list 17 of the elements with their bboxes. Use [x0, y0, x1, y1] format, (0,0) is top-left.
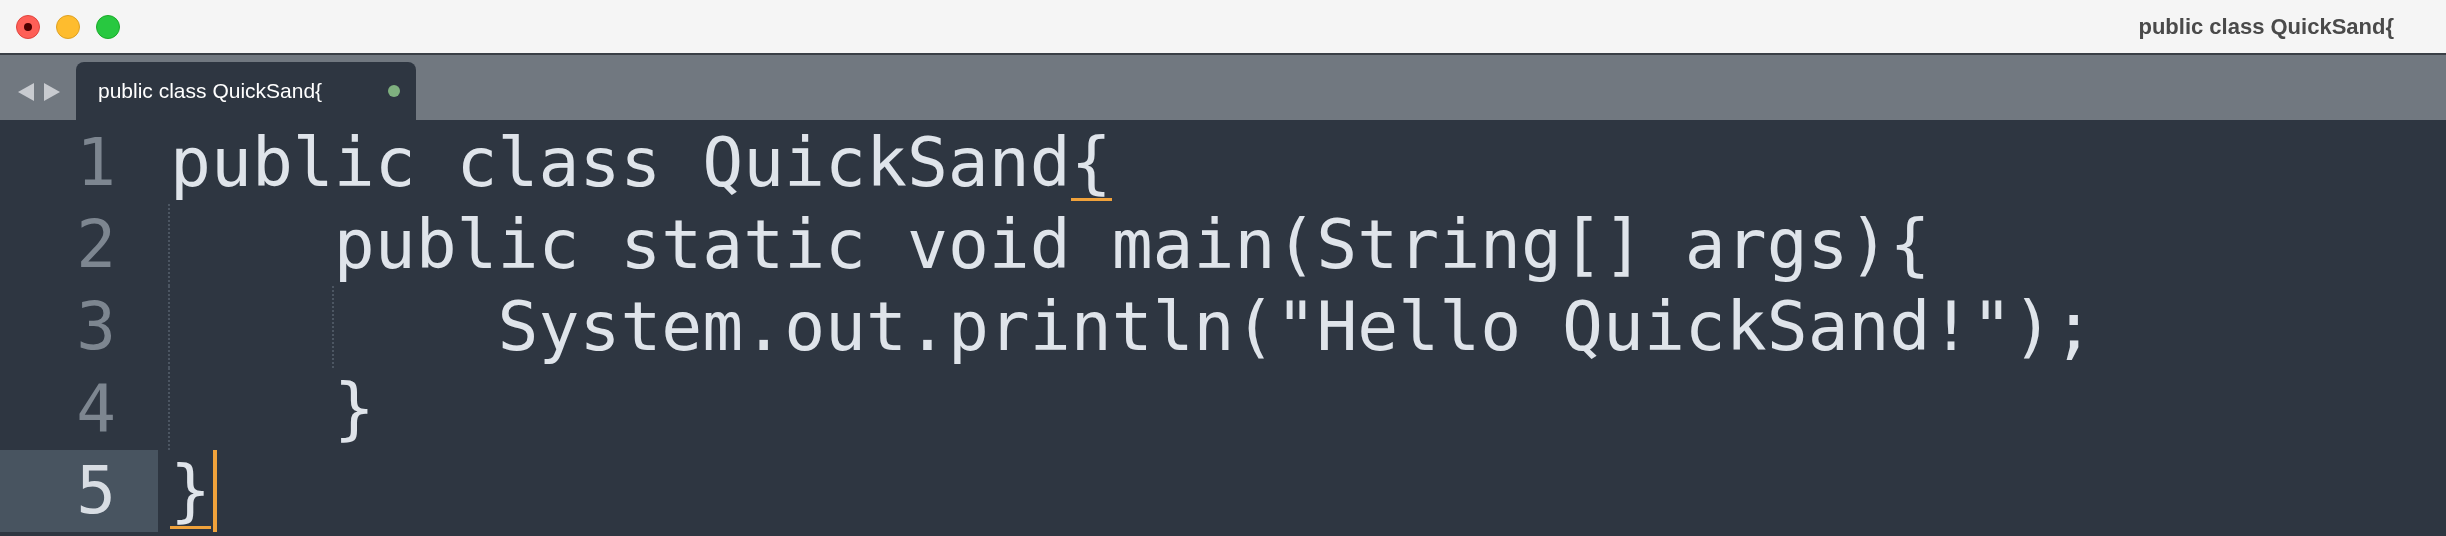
editor-tab[interactable]: public class QuickSand{ [76, 62, 416, 120]
code-line: public class QuickSand{ [170, 123, 1112, 203]
minimize-button[interactable] [56, 14, 80, 39]
line-number: 2 [76, 206, 116, 284]
forward-arrow-icon[interactable] [44, 83, 60, 101]
code-line: } [333, 369, 375, 449]
line-number: 3 [76, 288, 116, 366]
window-title: public class QuickSand{ [2138, 13, 2394, 41]
line-number: 5 [76, 452, 116, 530]
close-button[interactable] [16, 14, 40, 39]
zoom-button[interactable] [96, 14, 120, 39]
code-line: } [170, 451, 211, 531]
code-line: public static void main(String[] args){ [333, 205, 1931, 285]
line-number: 4 [76, 370, 116, 448]
code-line: System.out.println("Hello QuickSand!"); [497, 287, 2095, 367]
back-arrow-icon[interactable] [18, 83, 34, 101]
line-number: 1 [76, 124, 116, 202]
